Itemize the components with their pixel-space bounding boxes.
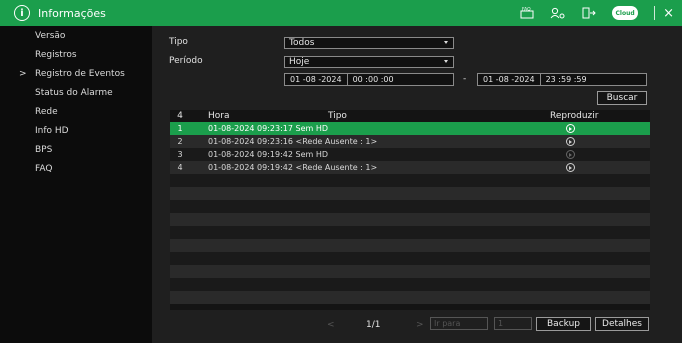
goto-page-input[interactable]: Ir para [430, 317, 488, 330]
page-number-input[interactable]: 1 [494, 317, 532, 330]
backup-button[interactable]: Backup [536, 317, 591, 331]
table-row[interactable]: 3 01-08-2024 09:19:42 Sem HD [170, 148, 650, 161]
play-icon[interactable] [565, 137, 575, 146]
svg-text:FAQ: FAQ [522, 7, 531, 13]
sidebar-item-faq[interactable]: FAQ [0, 159, 152, 178]
periodo-label: Período [169, 56, 203, 66]
play-icon[interactable] [565, 124, 575, 133]
periodo-select[interactable]: Hoje [284, 56, 454, 68]
divider [654, 6, 656, 20]
info-icon: i [14, 5, 30, 21]
chevron-right-icon: > [19, 68, 27, 79]
play-icon[interactable] [565, 150, 575, 159]
start-datetime-input[interactable]: 01 -08 -2024 00 :00 :00 [284, 73, 454, 86]
sidebar-item-status-do-alarme[interactable]: Status do Alarme [0, 83, 152, 102]
page-title: Informações [38, 6, 106, 20]
main-panel: Tipo Todos Período Hoje 01 -08 -2024 00 … [152, 26, 682, 343]
table-row-empty [170, 252, 650, 265]
table-row[interactable]: 2 01-08-2024 09:23:16 <Rede Ausente : 1> [170, 135, 650, 148]
table-row-empty [170, 200, 650, 213]
details-button[interactable]: Detalhes [595, 317, 649, 331]
page-indicator: 1/1 [366, 320, 381, 330]
sidebar-item-bps[interactable]: BPS [0, 140, 152, 159]
prev-page-button[interactable]: < [327, 320, 335, 330]
table-row[interactable]: 1 01-08-2024 09:23:17 Sem HD [170, 122, 650, 135]
table-row-empty [170, 187, 650, 200]
table-row-empty [170, 278, 650, 291]
table-row-empty [170, 213, 650, 226]
tipo-select[interactable]: Todos [284, 37, 454, 49]
cloud-icon[interactable]: Cloud [612, 6, 639, 20]
table-row-empty [170, 265, 650, 278]
sidebar-item-registro-de-eventos[interactable]: > Registro de Eventos [0, 64, 152, 83]
user-settings-icon[interactable] [550, 7, 566, 19]
sidebar-item-rede[interactable]: Rede [0, 102, 152, 121]
end-datetime-input[interactable]: 01 -08 -2024 23 :59 :59 [477, 73, 647, 86]
sidebar-item-versao[interactable]: Versão [0, 26, 152, 45]
sidebar-item-registros[interactable]: Registros [0, 45, 152, 64]
search-button[interactable]: Buscar [597, 91, 647, 105]
faq-icon[interactable]: FAQ [520, 7, 534, 19]
table-row-empty [170, 239, 650, 252]
next-page-button[interactable]: > [416, 320, 424, 330]
events-table: 4 Hora Tipo Reproduzir 1 01-08-2024 09:2… [170, 110, 650, 310]
sidebar: Versão Registros > Registro de Eventos S… [0, 26, 152, 343]
play-icon[interactable] [565, 163, 575, 172]
logout-icon[interactable] [582, 7, 596, 19]
sidebar-item-info-hd[interactable]: Info HD [0, 121, 152, 140]
table-row-empty [170, 174, 650, 187]
title-bar: i Informações FAQ Cloud × [0, 0, 682, 26]
tipo-label: Tipo [169, 37, 188, 47]
chevron-down-icon [444, 41, 448, 44]
table-row-empty [170, 291, 650, 304]
close-icon[interactable]: × [663, 6, 674, 21]
table-row[interactable]: 4 01-08-2024 09:19:42 <Rede Ausente : 1> [170, 161, 650, 174]
chevron-down-icon [444, 60, 448, 63]
range-dash: - [463, 74, 467, 84]
table-row-empty [170, 226, 650, 239]
table-header: 4 Hora Tipo Reproduzir [170, 110, 650, 122]
